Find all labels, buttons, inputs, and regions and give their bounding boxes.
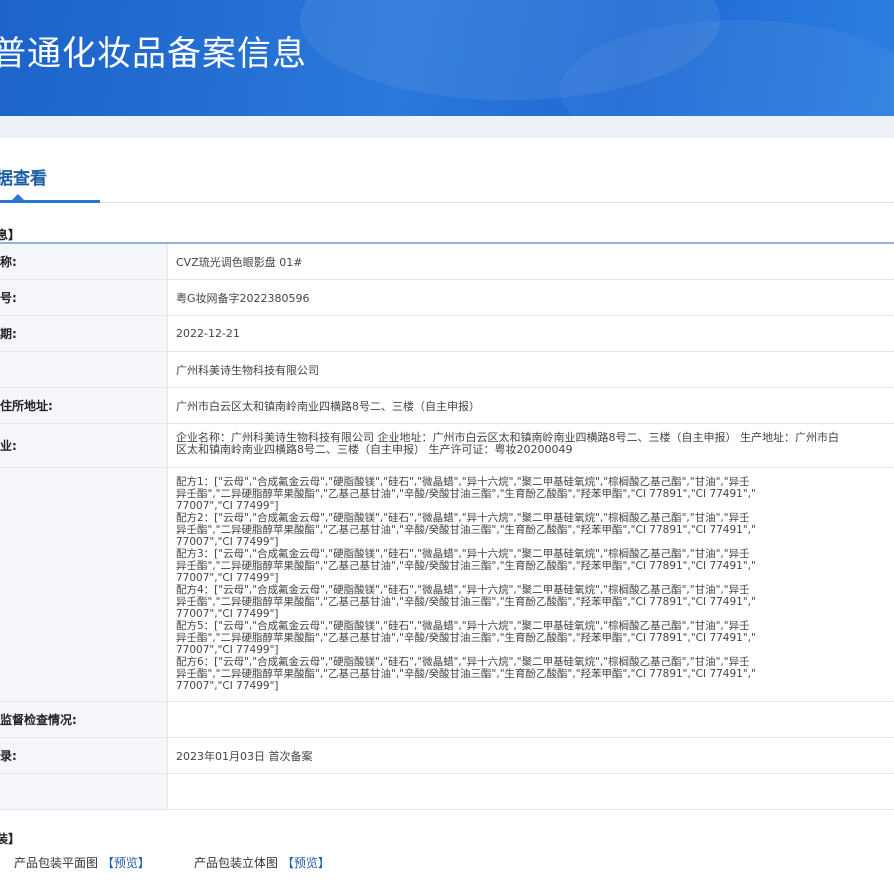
table-row: 住所地址: 广州市白云区太和镇南岭南业四横路8号二、三楼（自主申报） <box>0 388 894 424</box>
table-row: 号: 粤G妆网备字2022380596 <box>0 280 894 316</box>
preview-flat-link[interactable]: 【预览】 <box>102 856 150 870</box>
tab-bar: 据查看 <box>0 138 894 203</box>
row-label: 录: <box>0 738 168 773</box>
table-row: 配方1：["云母","合成氟金云母","硬脂酸镁","硅石","微晶蜡","异十… <box>0 468 894 702</box>
row-label: 称: <box>0 244 168 279</box>
formula-line: 77007","CI 77499"] <box>176 572 279 584</box>
row-value: 2023年01月03日 首次备案 <box>176 749 313 763</box>
row-value <box>168 774 894 809</box>
table-row: 监督检查情况: <box>0 702 894 738</box>
row-label <box>0 774 168 809</box>
table-row: 录: 2023年01月03日 首次备案 <box>0 738 894 774</box>
tab-active-underline <box>0 200 100 203</box>
enterprise-line: 区太和镇南岭南业四横路8号二、三楼（自主申报） 生产许可证：粤妆20200049 <box>176 443 573 456</box>
table-row <box>0 774 894 810</box>
formula-line: 异壬酯","二异硬脂醇苹果酸酯","乙基己基甘油","辛酸/癸酸甘油三酯","生… <box>176 488 756 500</box>
packaging-flat-label: 产品包装平面图 <box>14 856 99 870</box>
row-value <box>168 702 894 737</box>
formula-line: 77007","CI 77499"] <box>176 500 279 512</box>
row-value: 2022-12-21 <box>176 327 240 340</box>
table-row: 称: CVZ琉光调色眼影盘 01# <box>0 244 894 280</box>
header-banner: 普通化妆品备案信息 <box>0 0 894 116</box>
formula-line: 异壬酯","二异硬脂醇苹果酸酯","乙基己基甘油","辛酸/癸酸甘油三酯","生… <box>176 632 756 644</box>
table-row: 业: 企业名称：广州科美诗生物科技有限公司 企业地址：广州市白云区太和镇南岭南业… <box>0 424 894 468</box>
row-label: 期: <box>0 316 168 351</box>
preview-stereo-link[interactable]: 【预览】 <box>282 856 330 870</box>
row-value: 粤G妆网备字2022380596 <box>176 291 310 305</box>
packaging-flat: 产品包装平面图 【预览】 <box>14 854 150 871</box>
row-value: 企业名称：广州科美诗生物科技有限公司 企业地址：广州市白云区太和镇南岭南业四横路… <box>168 424 894 467</box>
formula-line: 配方4：["云母","合成氟金云母","硬脂酸镁","硅石","微晶蜡","异十… <box>176 584 750 596</box>
formula-line: 77007","CI 77499"] <box>176 644 279 656</box>
formula-line: 77007","CI 77499"] <box>176 680 279 692</box>
row-value: 配方1：["云母","合成氟金云母","硬脂酸镁","硅石","微晶蜡","异十… <box>168 468 894 701</box>
section-title-basic-info: 息】 <box>0 228 21 242</box>
content-panel: 据查看 息】 称: CVZ琉光调色眼影盘 01# 号: 粤G妆网备字202238… <box>0 138 894 894</box>
row-label <box>0 352 168 387</box>
formula-line: 77007","CI 77499"] <box>176 536 279 548</box>
formula-line: 异壬酯","二异硬脂醇苹果酸酯","乙基己基甘油","辛酸/癸酸甘油三酯","生… <box>176 560 756 572</box>
formula-line: 配方5：["云母","合成氟金云母","硬脂酸镁","硅石","微晶蜡","异十… <box>176 620 750 632</box>
formula-line: 异壬酯","二异硬脂醇苹果酸酯","乙基己基甘油","辛酸/癸酸甘油三酯","生… <box>176 596 756 608</box>
info-table: 称: CVZ琉光调色眼影盘 01# 号: 粤G妆网备字2022380596 期:… <box>0 242 894 810</box>
row-label <box>0 468 168 701</box>
formula-line: 配方1：["云母","合成氟金云母","硬脂酸镁","硅石","微晶蜡","异十… <box>176 476 750 488</box>
row-label: 号: <box>0 280 168 315</box>
row-value: 广州科美诗生物科技有限公司 <box>176 363 319 377</box>
formula-line: 77007","CI 77499"] <box>176 608 279 620</box>
formula-line: 配方2：["云母","合成氟金云母","硬脂酸镁","硅石","微晶蜡","异十… <box>176 512 750 524</box>
packaging-stereo-label: 产品包装立体图 <box>194 856 279 870</box>
formula-line: 配方3：["云母","合成氟金云母","硬脂酸镁","硅石","微晶蜡","异十… <box>176 548 750 560</box>
row-label: 监督检查情况: <box>0 702 168 737</box>
table-row: 期: 2022-12-21 <box>0 316 894 352</box>
page-title: 普通化妆品备案信息 <box>0 34 307 74</box>
row-value: 广州市白云区太和镇南岭南业四横路8号二、三楼（自主申报） <box>176 399 480 413</box>
tab-data-view[interactable]: 据查看 <box>0 164 47 189</box>
row-value: CVZ琉光调色眼影盘 01# <box>176 255 303 269</box>
formula-line: 配方6：["云母","合成氟金云母","硬脂酸镁","硅石","微晶蜡","异十… <box>176 656 750 668</box>
table-row: 广州科美诗生物科技有限公司 <box>0 352 894 388</box>
formula-list: 配方1：["云母","合成氟金云母","硬脂酸镁","硅石","微晶蜡","异十… <box>176 476 894 692</box>
formula-line: 异壬酯","二异硬脂醇苹果酸酯","乙基己基甘油","辛酸/癸酸甘油三酯","生… <box>176 524 756 536</box>
packaging-stereo: 产品包装立体图 【预览】 <box>194 854 330 871</box>
row-label: 住所地址: <box>0 388 168 423</box>
row-label: 业: <box>0 424 168 467</box>
section-title-packaging: 装】 <box>0 832 21 846</box>
formula-line: 异壬酯","二异硬脂醇苹果酸酯","乙基己基甘油","辛酸/癸酸甘油三酯","生… <box>176 668 756 680</box>
